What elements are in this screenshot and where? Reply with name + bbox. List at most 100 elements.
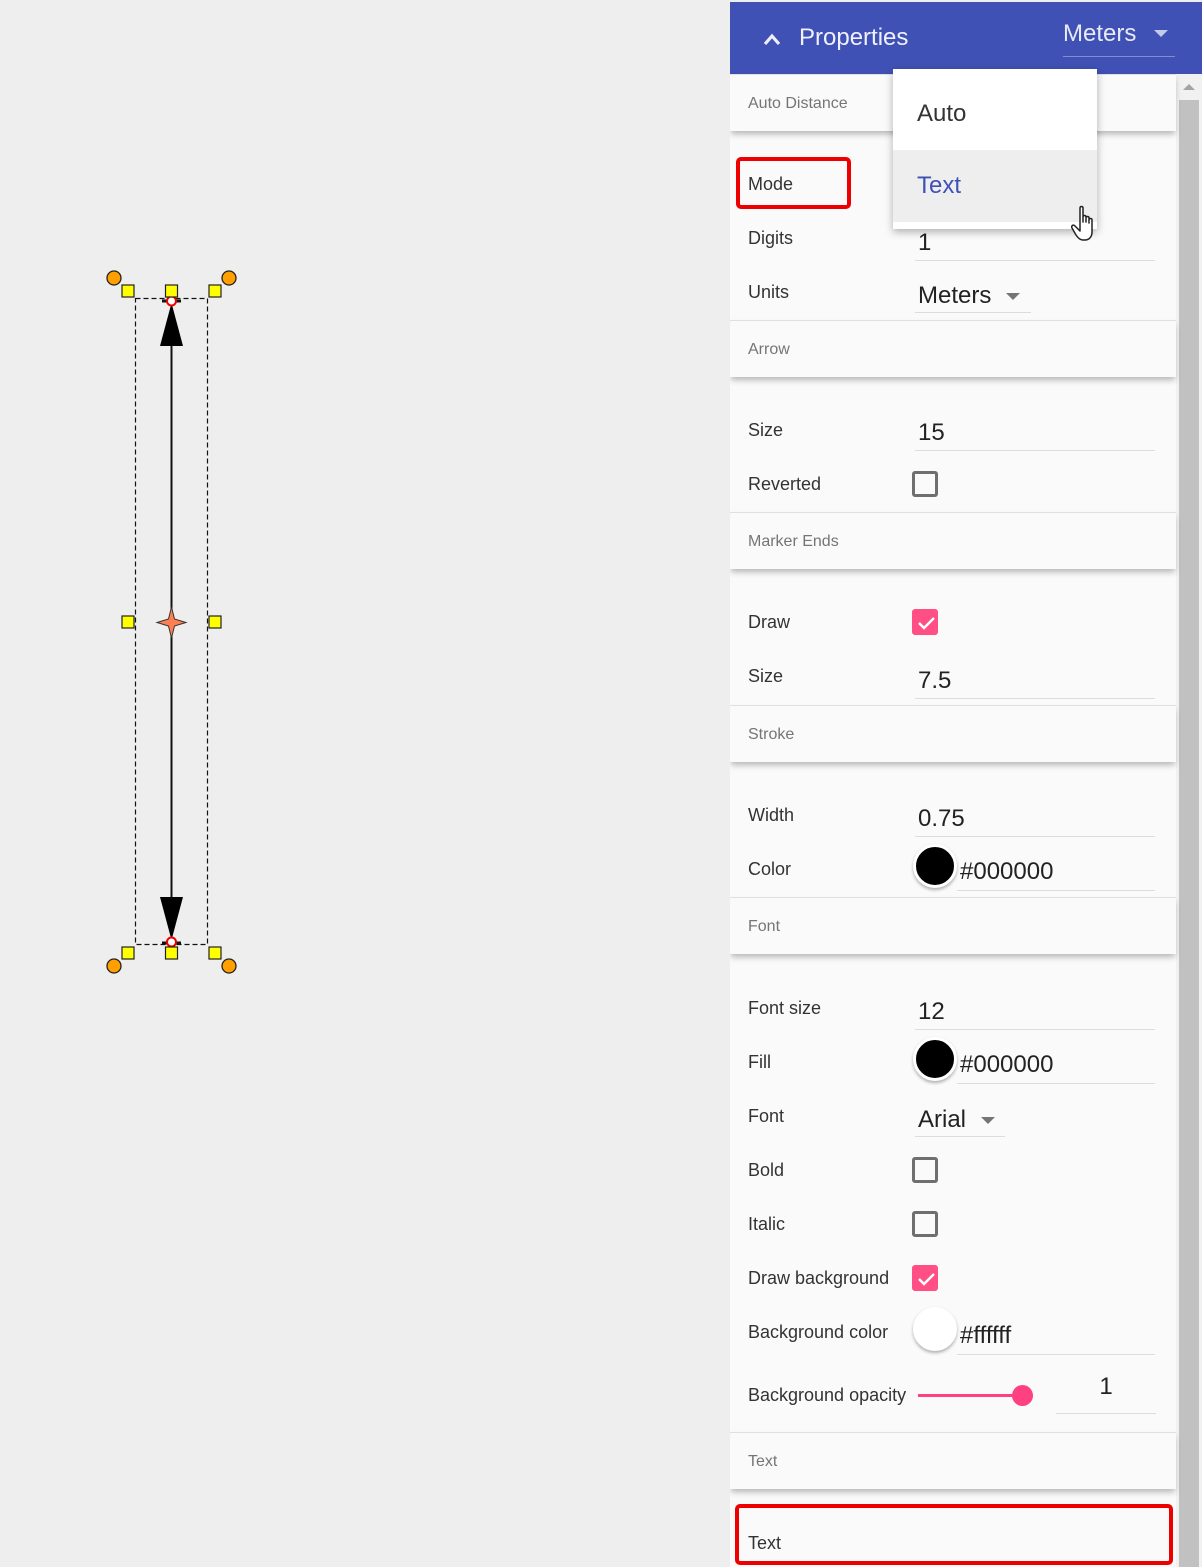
resize-handle-bottom-icon[interactable] (164, 946, 179, 960)
fill-color-value: #000000 (960, 1051, 1054, 1078)
endpoint-bottom-icon[interactable] (166, 936, 177, 948)
background-color-input[interactable]: #ffffff (957, 1314, 1155, 1355)
canvas-svg (106, 270, 237, 974)
section-title: Auto Distance (748, 95, 848, 112)
slider-track (918, 1394, 1022, 1397)
draw-background-label: Draw background (748, 1268, 890, 1288)
checkmark-icon (918, 617, 935, 630)
section-text[interactable]: Text (730, 1432, 1176, 1489)
chevron-down-icon (981, 1117, 995, 1124)
fill-label: Fill (748, 1052, 771, 1072)
text-row-highlight (735, 1504, 1173, 1565)
font-size-label: Font size (748, 998, 822, 1018)
rotate-handle-top-left-icon[interactable] (106, 270, 122, 286)
scroll-up-arrow-icon[interactable] (1183, 84, 1195, 90)
bold-label: Bold (748, 1160, 785, 1180)
resize-handle-right-icon[interactable] (208, 615, 222, 629)
rotate-handle-bottom-left-icon[interactable] (106, 958, 122, 974)
bottom-arrowhead-icon (160, 897, 183, 940)
background-color-value: #ffffff (960, 1322, 1012, 1349)
menu-item-label: Text (917, 172, 962, 199)
draw-background-checkbox[interactable] (912, 1265, 938, 1291)
bold-checkbox[interactable] (912, 1157, 938, 1183)
stroke-color-swatch[interactable] (913, 844, 957, 888)
marker-size-value: 7.5 (918, 667, 952, 694)
section-title: Marker Ends (748, 533, 839, 550)
section-title: Stroke (748, 726, 795, 743)
section-title: Text (748, 1453, 778, 1470)
stroke-color-input[interactable]: #000000 (957, 850, 1155, 891)
background-opacity-slider[interactable] (918, 1385, 1033, 1406)
properties-panel: Properties Meters Auto Distance Mode Dig… (730, 2, 1202, 1567)
top-arrowhead-icon (160, 303, 183, 346)
panel-title: Properties (799, 24, 909, 51)
resize-handle-bottom-right-icon[interactable] (208, 946, 222, 960)
header-units-value: Meters (1063, 20, 1137, 47)
italic-label: Italic (748, 1214, 786, 1234)
chevron-down-icon (1154, 30, 1168, 37)
mode-dropdown-menu: Auto Text (893, 69, 1097, 229)
draw-label: Draw (748, 612, 791, 632)
resize-handle-top-icon[interactable] (164, 284, 179, 298)
stroke-color-value: #000000 (960, 858, 1054, 885)
units-label: Units (748, 282, 790, 302)
mode-highlight (736, 157, 851, 209)
marker-size-input[interactable]: 7.5 (915, 660, 1155, 699)
slider-thumb[interactable] (1012, 1385, 1033, 1406)
font-select[interactable]: Arial (915, 1098, 1005, 1137)
fill-color-input[interactable]: #000000 (957, 1043, 1155, 1084)
section-font[interactable]: Font (730, 897, 1176, 954)
resize-handle-top-right-icon[interactable] (208, 284, 222, 298)
resize-handle-top-left-icon[interactable] (121, 284, 135, 298)
font-value: Arial (918, 1106, 967, 1133)
background-opacity-input[interactable]: 1 (1056, 1369, 1156, 1414)
font-label: Font (748, 1106, 785, 1126)
units-value: Meters (918, 282, 992, 309)
arrow-size-input[interactable]: 15 (915, 412, 1155, 451)
background-opacity-value: 1 (1099, 1373, 1113, 1400)
endpoint-top-icon[interactable] (166, 295, 177, 307)
reverted-label: Reverted (748, 474, 822, 494)
section-stroke[interactable]: Stroke (730, 705, 1176, 762)
italic-checkbox[interactable] (912, 1211, 938, 1237)
panel-header: Properties Meters (730, 2, 1202, 74)
menu-item-label: Auto (917, 100, 967, 127)
scroll-thumb[interactable] (1179, 100, 1199, 1567)
font-size-input[interactable]: 12 (915, 991, 1155, 1030)
marker-size-label: Size (748, 666, 784, 686)
digits-label: Digits (748, 228, 794, 248)
section-arrow[interactable]: Arrow (730, 320, 1176, 377)
draw-checkbox[interactable] (912, 609, 938, 635)
background-color-swatch[interactable] (913, 1307, 957, 1351)
arrow-size-value: 15 (918, 419, 945, 446)
stroke-color-label: Color (748, 859, 792, 879)
units-select[interactable]: Meters (915, 274, 1031, 313)
background-color-label: Background color (748, 1322, 889, 1342)
resize-handle-left-icon[interactable] (121, 615, 135, 629)
menu-item-text[interactable]: Text (893, 150, 1097, 222)
center-move-icon[interactable] (155, 606, 188, 639)
chevron-up-icon[interactable] (762, 32, 782, 46)
rotate-handle-top-right-icon[interactable] (221, 270, 237, 286)
hand-pointer-icon (1071, 205, 1093, 241)
section-title: Font (748, 918, 781, 935)
panel-scrollbar[interactable] (1176, 74, 1202, 1567)
reverted-checkbox[interactable] (912, 471, 938, 497)
background-opacity-label: Background opacity (748, 1385, 907, 1405)
menu-item-auto[interactable]: Auto (893, 78, 1097, 150)
section-marker-ends[interactable]: Marker Ends (730, 512, 1176, 569)
drawing-canvas[interactable] (0, 0, 730, 1567)
header-units-select[interactable]: Meters (1063, 16, 1175, 57)
checkmark-icon (918, 1273, 935, 1286)
font-size-value: 12 (918, 998, 945, 1025)
stroke-width-input[interactable]: 0.75 (915, 798, 1155, 837)
fill-color-swatch[interactable] (913, 1037, 957, 1081)
stroke-width-value: 0.75 (918, 805, 965, 832)
arrow-size-label: Size (748, 420, 784, 440)
stroke-width-label: Width (748, 805, 795, 825)
resize-handle-bottom-left-icon[interactable] (121, 946, 135, 960)
chevron-down-icon (1006, 293, 1020, 300)
rotate-handle-bottom-right-icon[interactable] (221, 958, 237, 974)
digits-value: 1 (918, 229, 932, 256)
section-title: Arrow (748, 341, 790, 358)
